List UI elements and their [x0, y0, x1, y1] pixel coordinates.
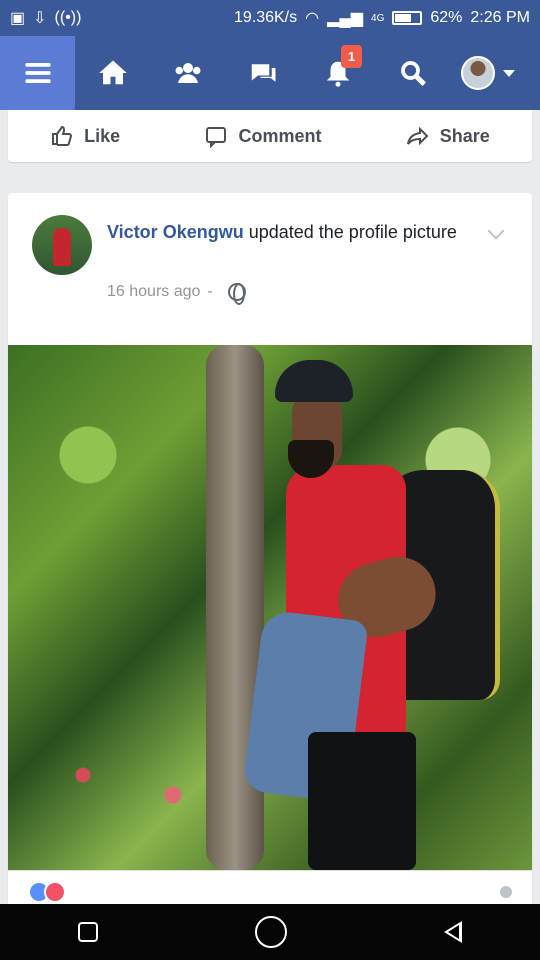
- like-button[interactable]: Like: [50, 124, 120, 148]
- globe-icon: [227, 283, 246, 305]
- profile-avatar: [460, 56, 495, 90]
- battery-level: 62%: [430, 9, 463, 26]
- author-avatar[interactable]: [32, 215, 92, 275]
- comment-count[interactable]: [500, 886, 512, 898]
- black-cap: [275, 360, 353, 402]
- signal-icon: ▂▄▆: [327, 10, 364, 27]
- download-icon: ⇩: [33, 10, 47, 27]
- like-label: Like: [84, 125, 121, 146]
- love-reaction-icon[interactable]: [44, 881, 66, 903]
- wifi-icon: ◠: [305, 10, 320, 27]
- status-right-group: 19.36K/s ◠ ▂▄▆ 4G 62% 2:26 PM: [234, 8, 530, 28]
- black-pants: [308, 732, 416, 870]
- previous-post-actions: Like Comment Share: [8, 110, 532, 162]
- battery-icon: [392, 11, 423, 25]
- status-bar: ▣ ⇩ ((•)) 19.36K/s ◠ ▂▄▆ 4G 62% 2:26 PM: [0, 0, 540, 36]
- messages-button[interactable]: [225, 36, 300, 110]
- profile-photo[interactable]: [8, 345, 532, 870]
- recent-apps-icon[interactable]: [78, 922, 99, 942]
- search-icon: [400, 61, 426, 87]
- friends-icon: [175, 63, 200, 83]
- menu-button[interactable]: [0, 36, 75, 110]
- share-label: Share: [439, 125, 490, 146]
- post-header-text: Victor Okengwu updated the profile pictu…: [107, 217, 467, 247]
- network-type: 4G: [371, 12, 385, 24]
- search-button[interactable]: [375, 36, 450, 110]
- share-button[interactable]: Share: [406, 124, 490, 148]
- meta-separator: -: [207, 283, 213, 300]
- profile-menu-button[interactable]: [450, 36, 525, 110]
- facebook-nav-bar: 1: [0, 36, 540, 110]
- post-meta: 16 hours ago -: [107, 283, 246, 305]
- back-button-icon[interactable]: [443, 921, 462, 943]
- hamburger-menu-icon: [25, 63, 50, 83]
- notifications-button[interactable]: 1: [300, 36, 375, 110]
- chevron-down-icon: [502, 69, 515, 77]
- share-icon: [406, 126, 429, 146]
- friends-button[interactable]: [150, 36, 225, 110]
- thumbs-up-icon: [52, 125, 73, 146]
- network-speed: 19.36K/s: [233, 9, 298, 26]
- home-button-icon[interactable]: [254, 916, 287, 948]
- post-options-chevron-icon[interactable]: [487, 222, 505, 240]
- comment-count-icon: [500, 886, 512, 898]
- hotspot-icon: ((•)): [54, 9, 82, 26]
- comment-label: Comment: [238, 125, 322, 146]
- author-name[interactable]: Victor Okengwu: [107, 222, 244, 242]
- comment-button[interactable]: Comment: [204, 124, 321, 148]
- palm-trunk: [206, 345, 264, 870]
- photo-subject: [242, 360, 500, 870]
- post-timestamp[interactable]: 16 hours ago: [107, 283, 200, 301]
- clock: 2:26 PM: [470, 9, 530, 26]
- status-left-icons: ▣ ⇩ ((•)): [10, 8, 81, 28]
- home-button[interactable]: [75, 36, 150, 110]
- notification-badge: 1: [341, 45, 362, 68]
- android-navigation-bar: [0, 904, 540, 960]
- messages-icon: [251, 64, 275, 82]
- screenshot-icon: ▣: [10, 10, 26, 27]
- profile-picture-post: Victor Okengwu updated the profile pictu…: [8, 193, 532, 913]
- home-icon: [98, 60, 127, 85]
- comment-icon: [206, 127, 227, 148]
- post-activity: updated the profile picture: [248, 222, 457, 242]
